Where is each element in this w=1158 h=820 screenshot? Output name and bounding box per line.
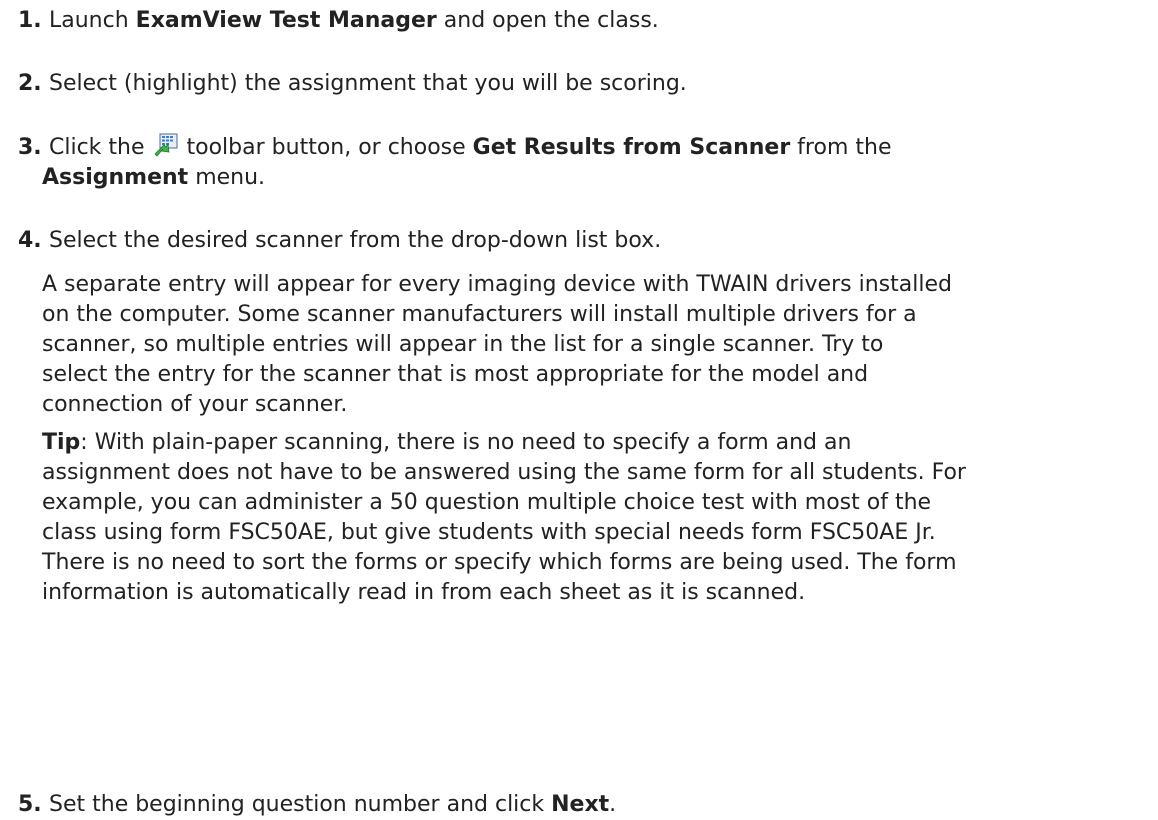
step-text: Click the [49,135,152,160]
step-text: and open the class. [436,8,659,33]
step-text: from the [790,135,892,160]
step-4: 4. Select the desired scanner from the d… [18,226,1148,256]
tip-text: assignment does not have to be answered … [42,460,966,485]
instructions-page: 1. Launch ExamView Test Manager and open… [0,0,1158,817]
step-number: 1. [18,8,42,33]
step-text: toolbar button, or choose [186,135,473,160]
tip-text: There is no need to sort the forms or sp… [42,550,957,575]
tip-label: Tip [42,430,81,455]
step-number: 2. [18,71,42,96]
step-text: . [609,792,617,817]
paragraph-line: scanner, so multiple entries will appear… [42,332,884,357]
paragraph-line: select the entry for the scanner that is… [42,362,869,387]
menu-name: Assignment [42,165,189,190]
step-2: 2. Select (highlight) the assignment tha… [18,69,1148,99]
button-name: Next [551,792,610,817]
step-4-description: A separate entry will appear for every i… [42,270,1152,420]
step-text: Select (highlight) the assignment that y… [49,71,687,96]
app-name: ExamView Test Manager [135,8,437,33]
menu-command: Get Results from Scanner [472,135,791,160]
scanner-results-icon [153,133,178,157]
paragraph-line: connection of your scanner. [42,392,348,417]
tip-text: information is automatically read in fro… [42,580,806,605]
step-number: 3. [18,135,42,160]
paragraph-line: on the computer. Some scanner manufactur… [42,302,917,327]
step-3: 3. Click the toolbar button, or choose G… [18,133,1148,193]
tip-text: example, you can administer a 50 questio… [42,490,932,515]
step-text: Set the beginning question number and cl… [49,792,552,817]
step-text: Launch [49,8,136,33]
step-number: 4. [18,228,42,253]
paragraph-line: A separate entry will appear for every i… [42,272,952,297]
tip-block: Tip: With plain-paper scanning, there is… [42,428,1152,608]
step-text: Select the desired scanner from the drop… [49,228,662,253]
tip-text: : With plain-paper scanning, there is no… [80,430,852,455]
tip-text: class using form FSC50AE, but give stude… [42,520,936,545]
step-1: 1. Launch ExamView Test Manager and open… [18,6,1148,36]
step-text: menu. [188,165,266,190]
